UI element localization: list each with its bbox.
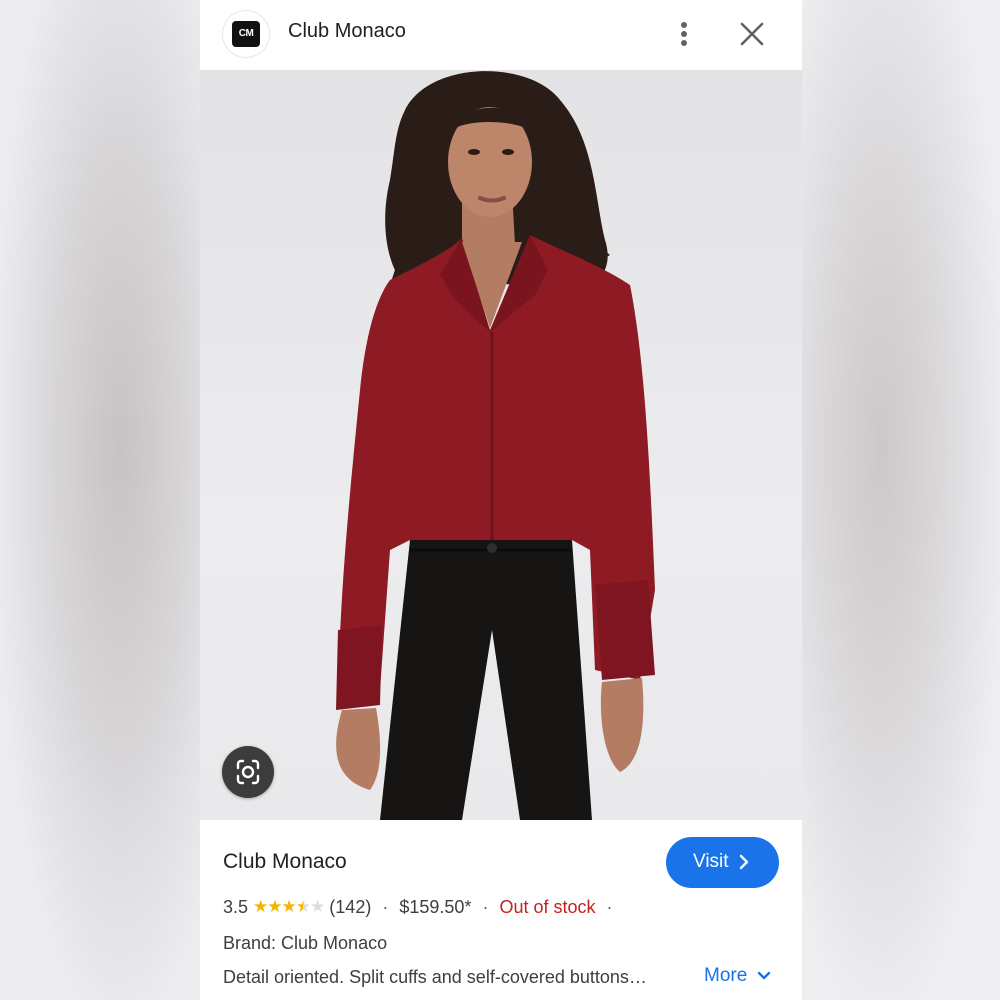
more-label: More: [704, 965, 748, 986]
rating-value: 3.5: [223, 897, 249, 917]
review-count: (142): [329, 897, 372, 917]
separator: ·: [606, 897, 613, 917]
more-vert-icon: [681, 22, 687, 28]
more-button[interactable]: More: [704, 965, 771, 987]
description-text: Detail oriented. Split cuffs and self-co…: [223, 967, 647, 987]
model-illustration: [336, 71, 655, 820]
header: CM Club Monaco: [200, 0, 802, 68]
visit-label: Visit: [693, 851, 729, 872]
product-card: CM Club Monaco Club Monaco Visit 3.5 ★★★…: [200, 0, 802, 1000]
rating-price-row: 3.5 ★★★★★ (142) · $159.50* · Out of stoc…: [223, 897, 619, 918]
brand-text: Brand: Club Monaco: [223, 933, 388, 953]
product-image[interactable]: [200, 70, 802, 820]
chevron-down-icon: [757, 971, 770, 980]
blurred-background-left: [0, 0, 200, 1000]
price: $159.50*: [399, 897, 472, 917]
cm-logo-icon: CM: [232, 21, 260, 47]
separator: ·: [482, 897, 489, 917]
star-rating-icon: ★★★★★: [253, 897, 325, 916]
separator: ·: [382, 897, 389, 917]
product-title[interactable]: Club Monaco: [223, 850, 347, 874]
visit-button[interactable]: Visit: [666, 837, 779, 888]
site-name[interactable]: Club Monaco: [288, 20, 406, 43]
product-info: Club Monaco Visit 3.5 ★★★★★ (142) · $159…: [200, 820, 802, 1000]
stock-status: Out of stock: [499, 897, 596, 917]
close-button[interactable]: [736, 18, 768, 50]
site-logo[interactable]: CM: [223, 11, 269, 57]
more-options-button[interactable]: [670, 16, 698, 52]
google-lens-button[interactable]: [222, 746, 274, 798]
close-icon: [740, 22, 764, 46]
chevron-right-icon: [739, 854, 749, 870]
google-lens-icon: [236, 759, 260, 785]
blurred-background-right: [802, 0, 1000, 1000]
